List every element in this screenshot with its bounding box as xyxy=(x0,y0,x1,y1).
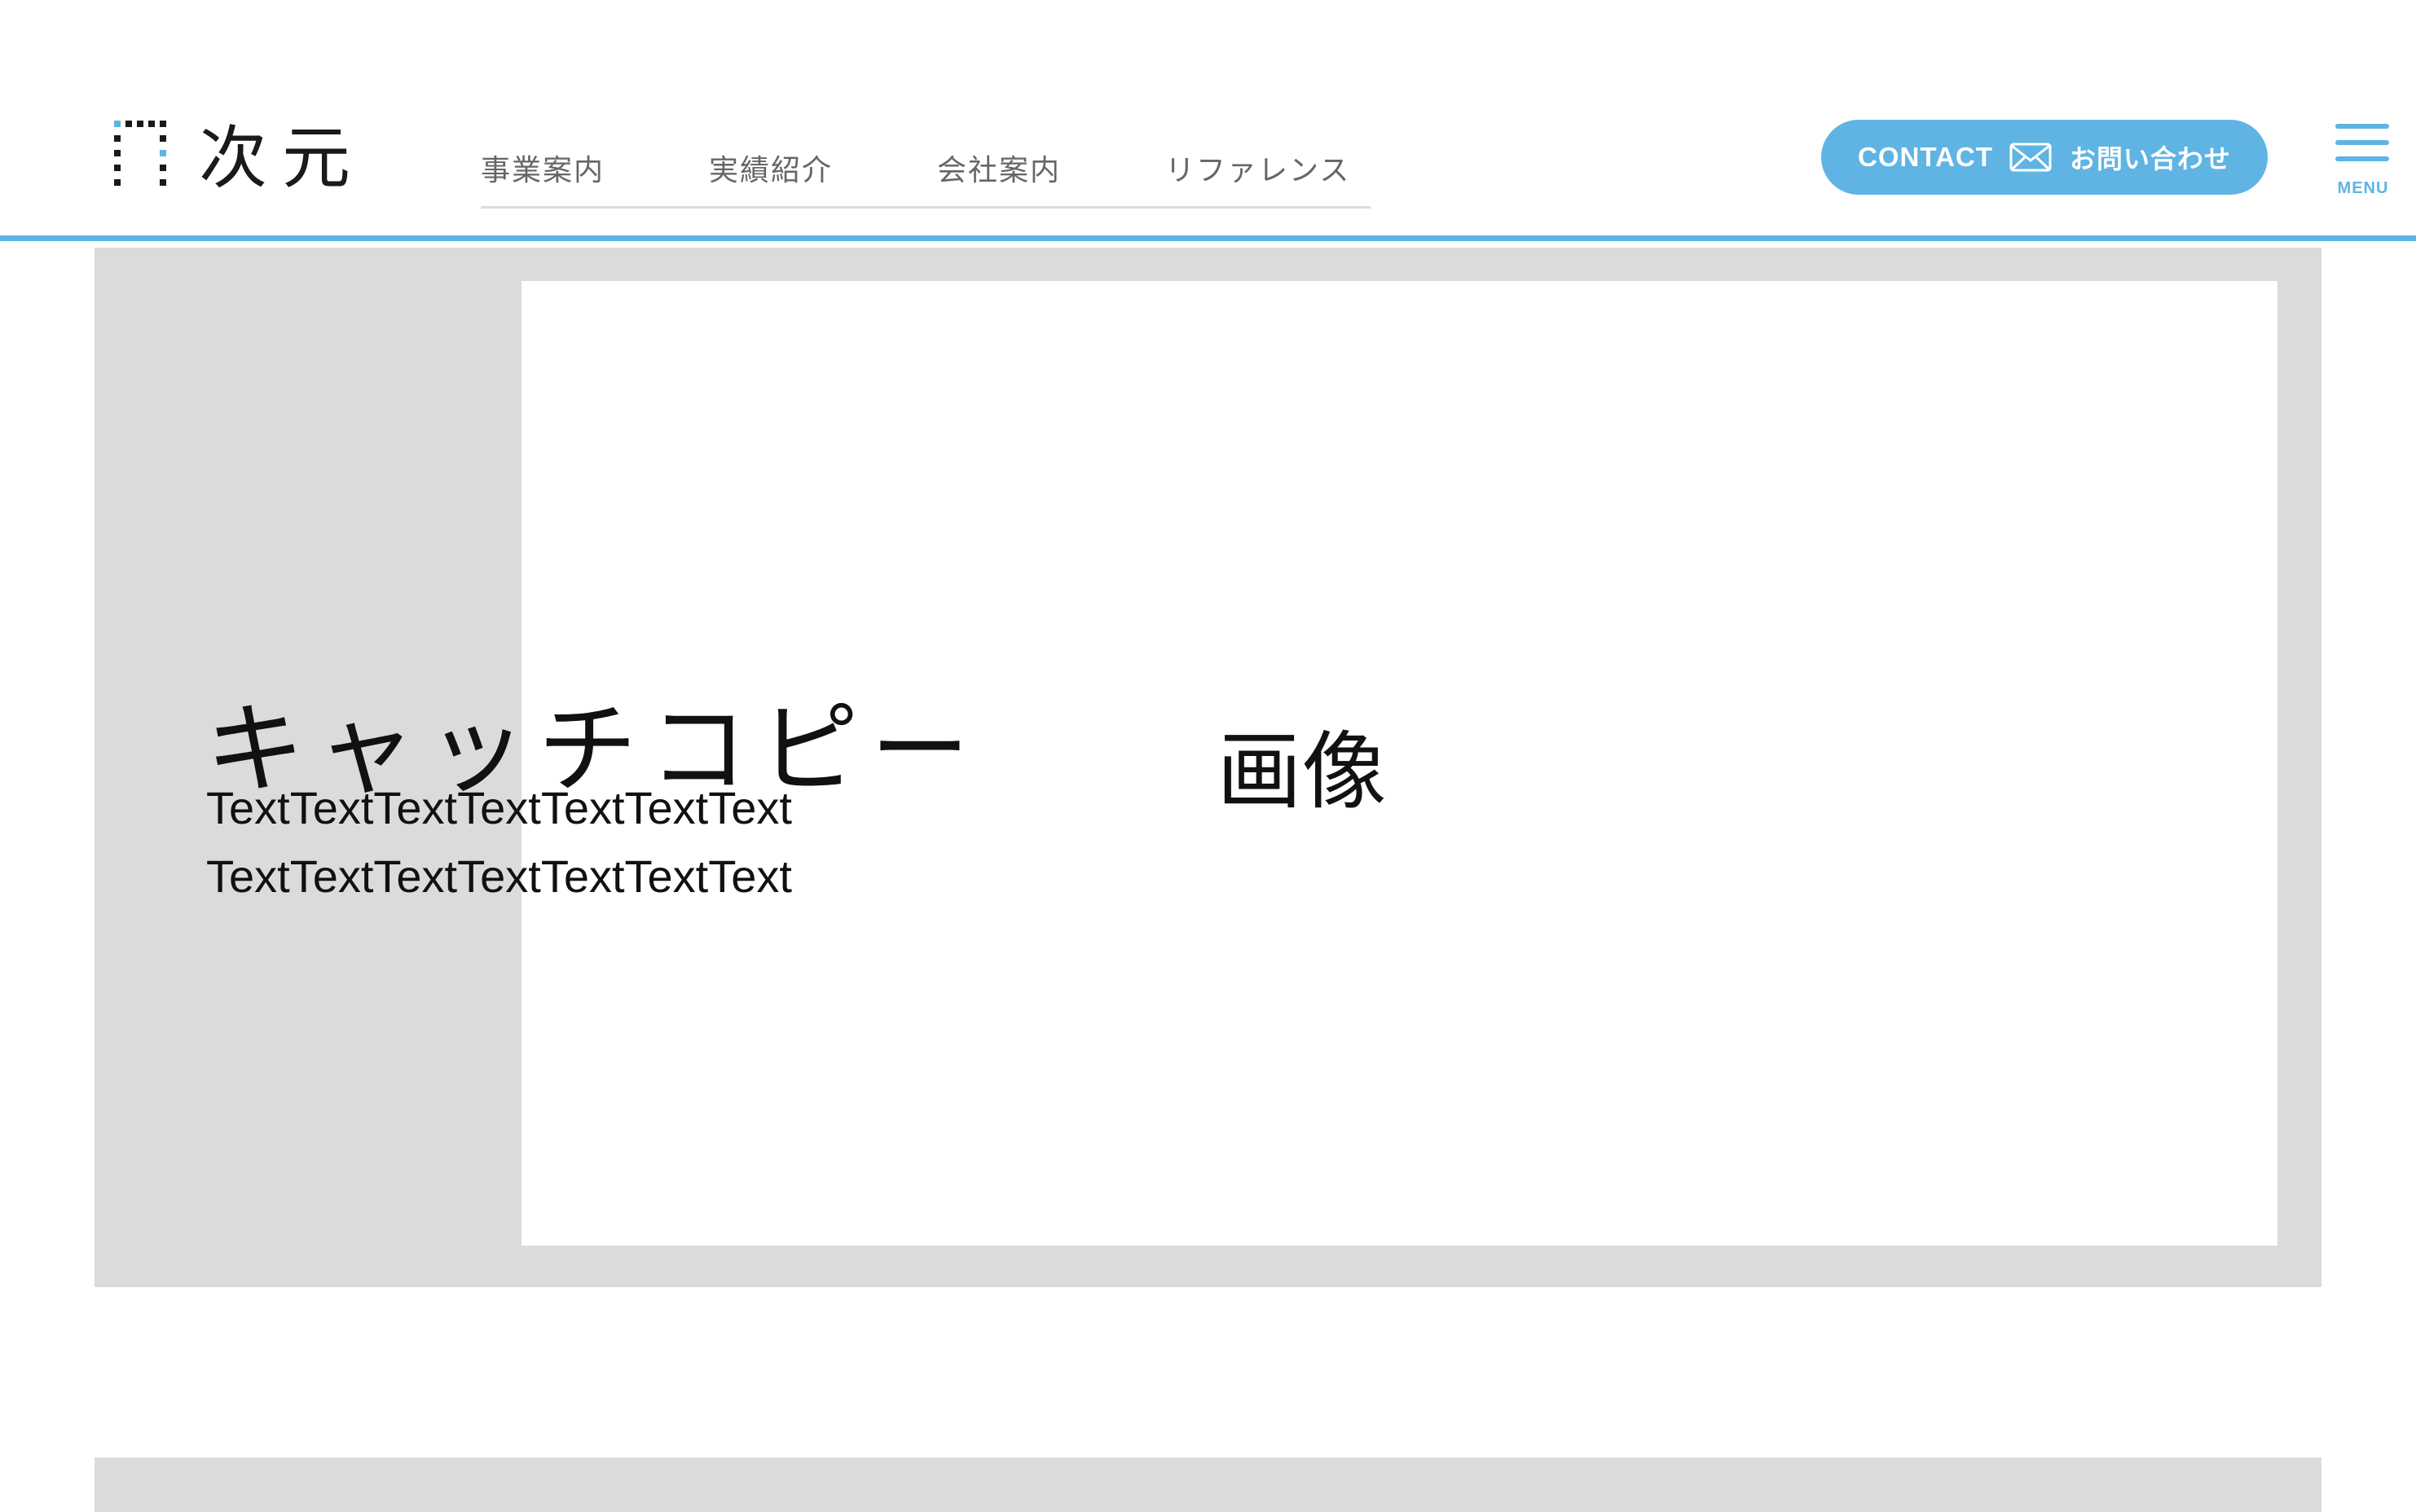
nav-item-business[interactable]: 事業案内 xyxy=(481,147,605,189)
nav-item-works[interactable]: 実績紹介 xyxy=(709,147,833,189)
nav-item-reference[interactable]: リファレンス xyxy=(1165,147,1350,189)
site-header: 次元 事業案内 実績紹介 会社案内 リファレンス CONTACT お問い合わせ … xyxy=(0,0,2416,241)
logo-mark-icon xyxy=(112,121,174,196)
hero-lead-line: TextTextTextTextTextTextText xyxy=(206,850,792,902)
hamburger-icon-bar-top xyxy=(2335,124,2389,129)
image-placeholder-label: 画像 xyxy=(1217,721,1387,821)
next-section-placeholder xyxy=(95,1457,2321,1512)
hero-lead-line: TextTextTextTextTextTextText xyxy=(206,782,792,833)
hero-lead: TextTextTextTextTextTextText TextTextTex… xyxy=(206,774,792,911)
mail-icon xyxy=(2009,143,2052,172)
contact-label-jp: お問い合わせ xyxy=(2069,143,2231,174)
hamburger-icon-bar-middle xyxy=(2335,140,2389,145)
hamburger-icon-bar-bottom xyxy=(2335,156,2389,161)
menu-label: MENU xyxy=(2337,179,2389,197)
menu-button[interactable]: MENU xyxy=(2334,122,2392,199)
page: 次元 事業案内 実績紹介 会社案内 リファレンス CONTACT お問い合わせ … xyxy=(0,0,2416,1512)
site-logo[interactable]: 次元 xyxy=(112,117,365,199)
contact-button[interactable]: CONTACT お問い合わせ xyxy=(1821,120,2268,195)
global-nav: 事業案内 実績紹介 会社案内 リファレンス xyxy=(481,129,1371,209)
contact-label: CONTACT xyxy=(1858,142,1993,172)
nav-item-company[interactable]: 会社案内 xyxy=(937,147,1061,189)
logo-text: 次元 xyxy=(199,118,366,198)
